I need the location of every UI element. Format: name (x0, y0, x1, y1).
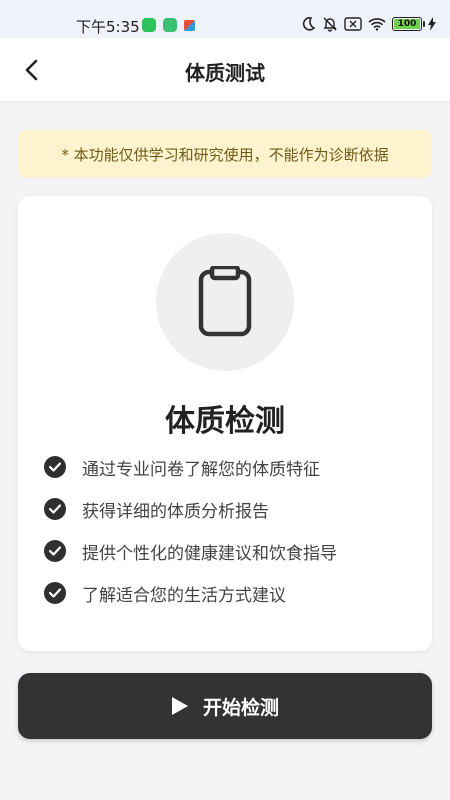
check-icon (44, 456, 66, 478)
disclaimer-text: * 本功能仅供学习和研究使用，不能作为诊断依据 (61, 145, 389, 164)
intro-card: 体质检测 通过专业问卷了解您的体质特征 获得详细的体质分析报告 提供个性化的健康… (18, 196, 432, 651)
check-icon (44, 498, 66, 520)
icon-badge (156, 233, 294, 371)
charging-icon (428, 17, 436, 31)
feature-item: 获得详细的体质分析报告 (44, 488, 337, 530)
start-button-label: 开始检测 (202, 696, 279, 719)
check-icon (44, 540, 66, 562)
feature-list: 通过专业问卷了解您的体质特征 获得详细的体质分析报告 提供个性化的健康建议和饮食… (44, 446, 337, 614)
feature-item: 通过专业问卷了解您的体质特征 (44, 446, 337, 488)
feature-text: 了解适合您的生活方式建议 (82, 585, 286, 606)
status-time: 下午5:35 (76, 18, 140, 36)
status-icons: 100 (300, 16, 436, 32)
card-title: 体质检测 (165, 404, 285, 439)
bell-off-icon (323, 17, 337, 32)
wechat-icon (142, 18, 156, 32)
app-notification-icon (163, 18, 177, 32)
nav-bar: 体质测试 (0, 38, 450, 101)
feature-text: 提供个性化的健康建议和饮食指导 (82, 543, 337, 564)
moon-icon (302, 17, 316, 31)
sim-off-icon (344, 17, 362, 31)
battery-icon: 100 (392, 17, 425, 31)
disclaimer-banner: * 本功能仅供学习和研究使用，不能作为诊断依据 (18, 130, 432, 178)
battery-level: 100 (397, 19, 417, 29)
puzzle-app-icon (184, 20, 195, 31)
feature-item: 提供个性化的健康建议和饮食指导 (44, 530, 337, 572)
page-title: 体质测试 (185, 61, 265, 85)
clipboard-icon (198, 266, 252, 337)
feature-text: 通过专业问卷了解您的体质特征 (82, 459, 320, 480)
play-icon (171, 696, 189, 716)
check-icon (44, 582, 66, 604)
start-test-button[interactable]: 开始检测 (18, 673, 432, 739)
feature-text: 获得详细的体质分析报告 (82, 501, 269, 522)
status-bar: 下午5:35 100 (0, 0, 450, 38)
feature-item: 了解适合您的生活方式建议 (44, 572, 337, 614)
wifi-icon (368, 18, 386, 31)
